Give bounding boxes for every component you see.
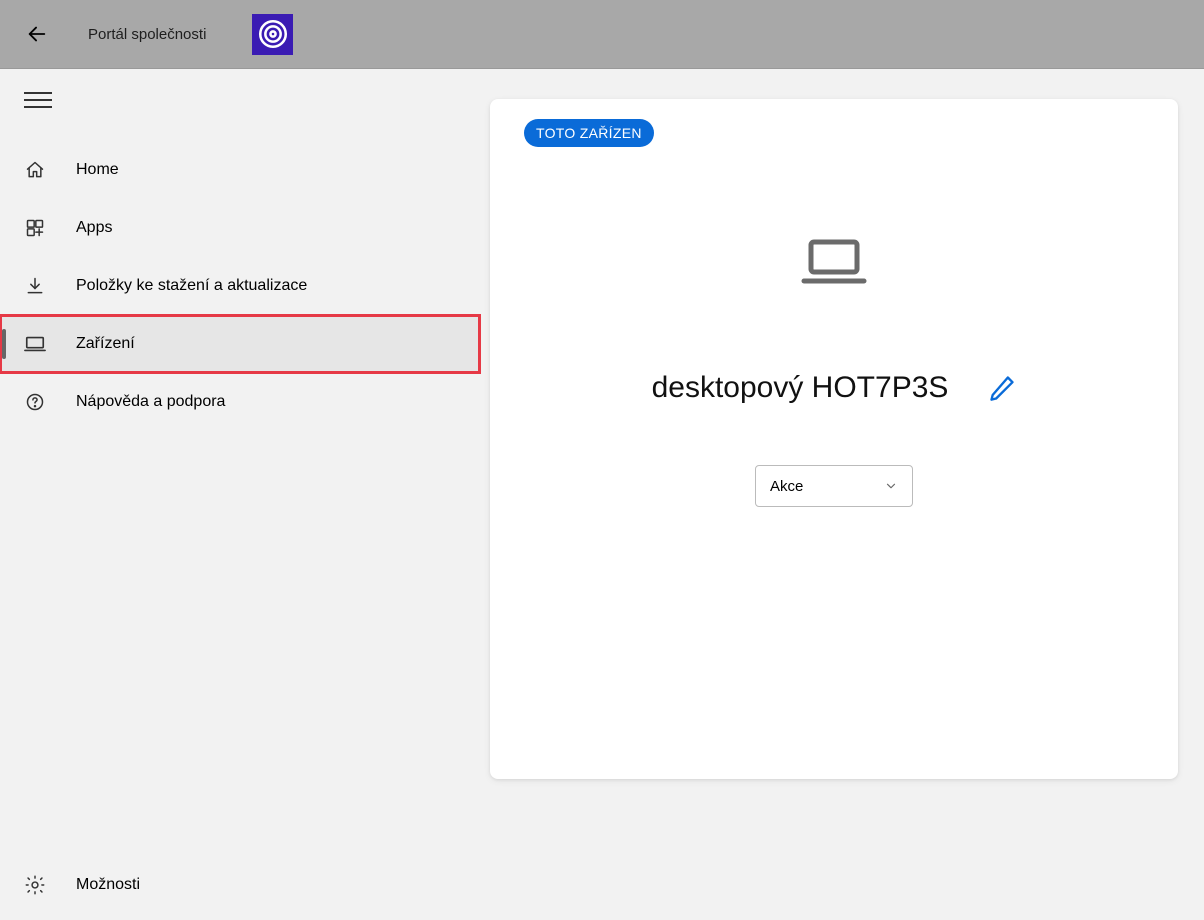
sidebar-item-label: Položky ke stažení a aktualizace xyxy=(76,277,307,295)
laptop-large-icon xyxy=(799,237,869,287)
pencil-icon xyxy=(988,374,1016,402)
sidebar-item-label: Nápověda a podpora xyxy=(76,393,225,411)
device-icon xyxy=(24,334,46,354)
sidebar-item-downloads[interactable]: Položky ke stažení a aktualizace xyxy=(0,257,480,315)
sidebar-item-help[interactable]: Nápověda a podpora xyxy=(0,373,480,431)
help-icon xyxy=(24,392,46,412)
edit-device-name-button[interactable] xyxy=(988,374,1016,402)
sidebar-item-home[interactable]: Home xyxy=(0,141,480,199)
hamburger-menu-button[interactable] xyxy=(24,87,52,113)
sidebar: Home Apps Položky ke stažení a aktu xyxy=(0,69,480,920)
back-button[interactable] xyxy=(26,23,48,45)
sidebar-item-settings[interactable]: Možnosti xyxy=(0,856,480,914)
app-title: Portál společnosti xyxy=(88,26,206,43)
gear-icon xyxy=(24,874,46,896)
device-card: TOTO ZAŘÍZEN desktopový HOT7P3S Akce xyxy=(490,99,1178,779)
sidebar-item-label: Zařízení xyxy=(76,335,135,353)
sidebar-item-label: Apps xyxy=(76,219,112,237)
apps-icon xyxy=(24,218,46,238)
main-content: TOTO ZAŘÍZEN desktopový HOT7P3S Akce xyxy=(480,69,1204,920)
app-logo xyxy=(252,14,293,55)
sidebar-item-label: Home xyxy=(76,161,119,179)
titlebar: Portál společnosti xyxy=(0,0,1204,69)
spiral-logo-icon xyxy=(256,17,290,51)
download-icon xyxy=(24,276,46,296)
home-icon xyxy=(24,160,46,180)
this-device-badge: TOTO ZAŘÍZEN xyxy=(524,119,654,147)
sidebar-item-devices[interactable]: Zařízení xyxy=(0,315,480,373)
sidebar-item-label: Možnosti xyxy=(76,876,140,894)
actions-dropdown-label: Akce xyxy=(770,478,803,495)
back-arrow-icon xyxy=(26,23,48,45)
actions-dropdown[interactable]: Akce xyxy=(755,465,913,507)
device-name: desktopový HOT7P3S xyxy=(652,371,949,405)
sidebar-item-apps[interactable]: Apps xyxy=(0,199,480,257)
chevron-down-icon xyxy=(884,479,898,493)
